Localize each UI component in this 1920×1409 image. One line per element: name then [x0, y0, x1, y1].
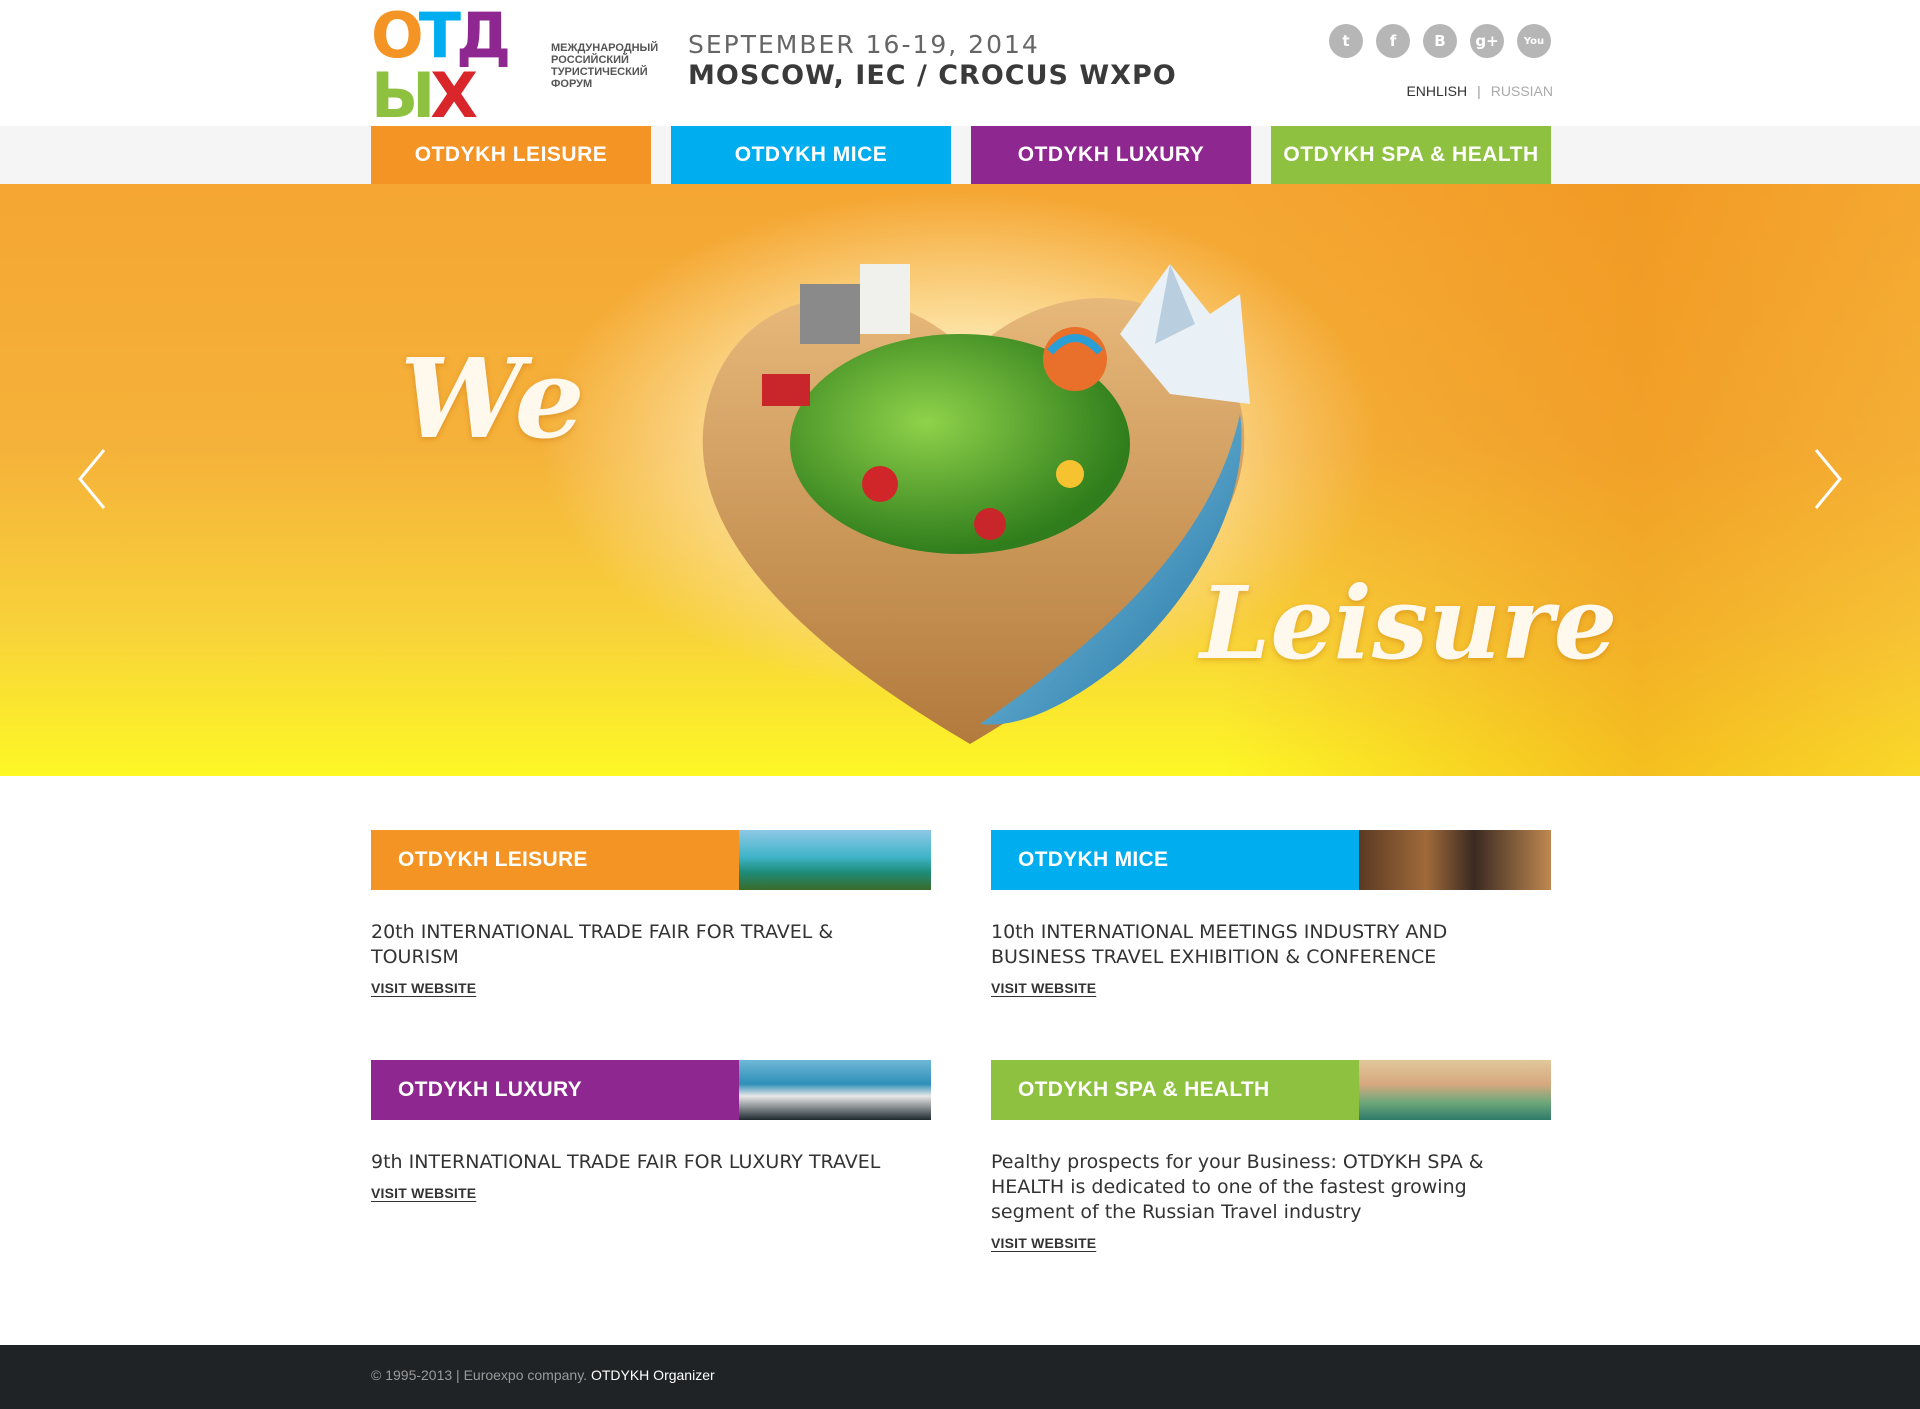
- youtube-icon[interactable]: You: [1517, 24, 1551, 58]
- logo-wordmark: ОТДЫХ: [371, 0, 541, 132]
- card-title[interactable]: OTDYKH LEISURE: [371, 830, 739, 890]
- logo-word: ОТДЫХ: [371, 0, 541, 132]
- site-logo[interactable]: ОТДЫХ МЕЖДУНАРОДНЫЙ РОССИЙСКИЙ ТУРИСТИЧЕ…: [371, 5, 659, 127]
- nav-item-spa-health[interactable]: OTDYKH SPA & HEALTH: [1271, 126, 1551, 184]
- hero-slider: We Leisure: [0, 184, 1920, 776]
- visit-website-link[interactable]: VISIT WEBSITE: [371, 1185, 476, 1201]
- hero-script-leisure: Leisure: [1200, 564, 1618, 682]
- visit-website-link[interactable]: VISIT WEBSITE: [991, 1235, 1096, 1251]
- site-footer: © 1995-2013 | Euroexpo company. OTDYKH O…: [0, 1345, 1920, 1409]
- nav-item-leisure[interactable]: OTDYKH LEISURE: [371, 126, 651, 184]
- card-image: [1359, 1060, 1551, 1120]
- card-header[interactable]: OTDYKH LUXURY: [371, 1060, 931, 1120]
- lang-russian-link[interactable]: RUSSIAN: [1491, 83, 1553, 99]
- logo-letter: Т: [418, 0, 461, 72]
- card-title[interactable]: OTDYKH SPA & HEALTH: [991, 1060, 1359, 1120]
- event-date: SEPTEMBER 16-19, 2014: [688, 30, 1040, 59]
- hero-script-we: We: [400, 334, 585, 463]
- card-luxury: OTDYKH LUXURY 9th INTERNATIONAL TRADE FA…: [371, 1060, 931, 1203]
- nav-item-luxury[interactable]: OTDYKH LUXURY: [971, 126, 1251, 184]
- card-spa-health: OTDYKH SPA & HEALTH Pealthy prospects fo…: [991, 1060, 1551, 1253]
- card-title[interactable]: OTDYKH MICE: [991, 830, 1359, 890]
- logo-letter: Д: [456, 0, 511, 72]
- logo-subtitle: МЕЖДУНАРОДНЫЙ РОССИЙСКИЙ ТУРИСТИЧЕСКИЙ Ф…: [551, 42, 659, 90]
- logo-letter: О: [371, 0, 424, 72]
- main-nav: OTDYKH LEISURE OTDYKH MICE OTDYKH LUXURY…: [371, 126, 1551, 184]
- card-header[interactable]: OTDYKH LEISURE: [371, 830, 931, 890]
- card-image: [739, 1060, 931, 1120]
- card-header[interactable]: OTDYKH SPA & HEALTH: [991, 1060, 1551, 1120]
- twitter-icon[interactable]: t: [1329, 24, 1363, 58]
- card-description: 20th INTERNATIONAL TRADE FAIR FOR TRAVEL…: [371, 921, 834, 968]
- lang-separator: |: [1477, 83, 1481, 99]
- card-header[interactable]: OTDYKH MICE: [991, 830, 1551, 890]
- lang-english-link[interactable]: ENHLISH: [1406, 83, 1467, 99]
- blogger-icon[interactable]: B: [1423, 24, 1457, 58]
- visit-website-link[interactable]: VISIT WEBSITE: [991, 980, 1096, 996]
- nav-item-mice[interactable]: OTDYKH MICE: [671, 126, 951, 184]
- site-header: ОТДЫХ МЕЖДУНАРОДНЫЙ РОССИЙСКИЙ ТУРИСТИЧЕ…: [0, 0, 1920, 127]
- slider-prev-arrow-icon[interactable]: [72, 444, 112, 514]
- card-image: [1359, 830, 1551, 890]
- social-links: t f B g+ You: [1329, 24, 1551, 58]
- card-description: 10th INTERNATIONAL MEETINGS INDUSTRY AND…: [991, 921, 1448, 968]
- card-description: 9th INTERNATIONAL TRADE FAIR FOR LUXURY …: [371, 1151, 881, 1173]
- event-place: MOSCOW, IEC / CROCUS WXPO: [688, 60, 1177, 91]
- hero-heart-illustration: [702, 264, 1250, 744]
- card-leisure: OTDYKH LEISURE 20th INTERNATIONAL TRADE …: [371, 830, 931, 998]
- slider-next-arrow-icon[interactable]: [1808, 444, 1848, 514]
- visit-website-link[interactable]: VISIT WEBSITE: [371, 980, 476, 996]
- logo-letter: Х: [430, 59, 478, 132]
- google-plus-icon[interactable]: g+: [1470, 24, 1504, 58]
- footer-text: © 1995-2013 | Euroexpo company. OTDYKH O…: [371, 1367, 715, 1383]
- card-image: [739, 830, 931, 890]
- footer-copyright: © 1995-2013 | Euroexpo company.: [371, 1367, 588, 1383]
- card-description: Pealthy prospects for your Business: OTD…: [991, 1151, 1484, 1223]
- footer-organizer-link[interactable]: OTDYKH Organizer: [591, 1367, 715, 1383]
- language-switcher: ENHLISH | RUSSIAN: [1406, 83, 1553, 99]
- facebook-icon[interactable]: f: [1376, 24, 1410, 58]
- logo-letter: Ы: [371, 59, 435, 132]
- card-title[interactable]: OTDYKH LUXURY: [371, 1060, 739, 1120]
- card-mice: OTDYKH MICE 10th INTERNATIONAL MEETINGS …: [991, 830, 1551, 998]
